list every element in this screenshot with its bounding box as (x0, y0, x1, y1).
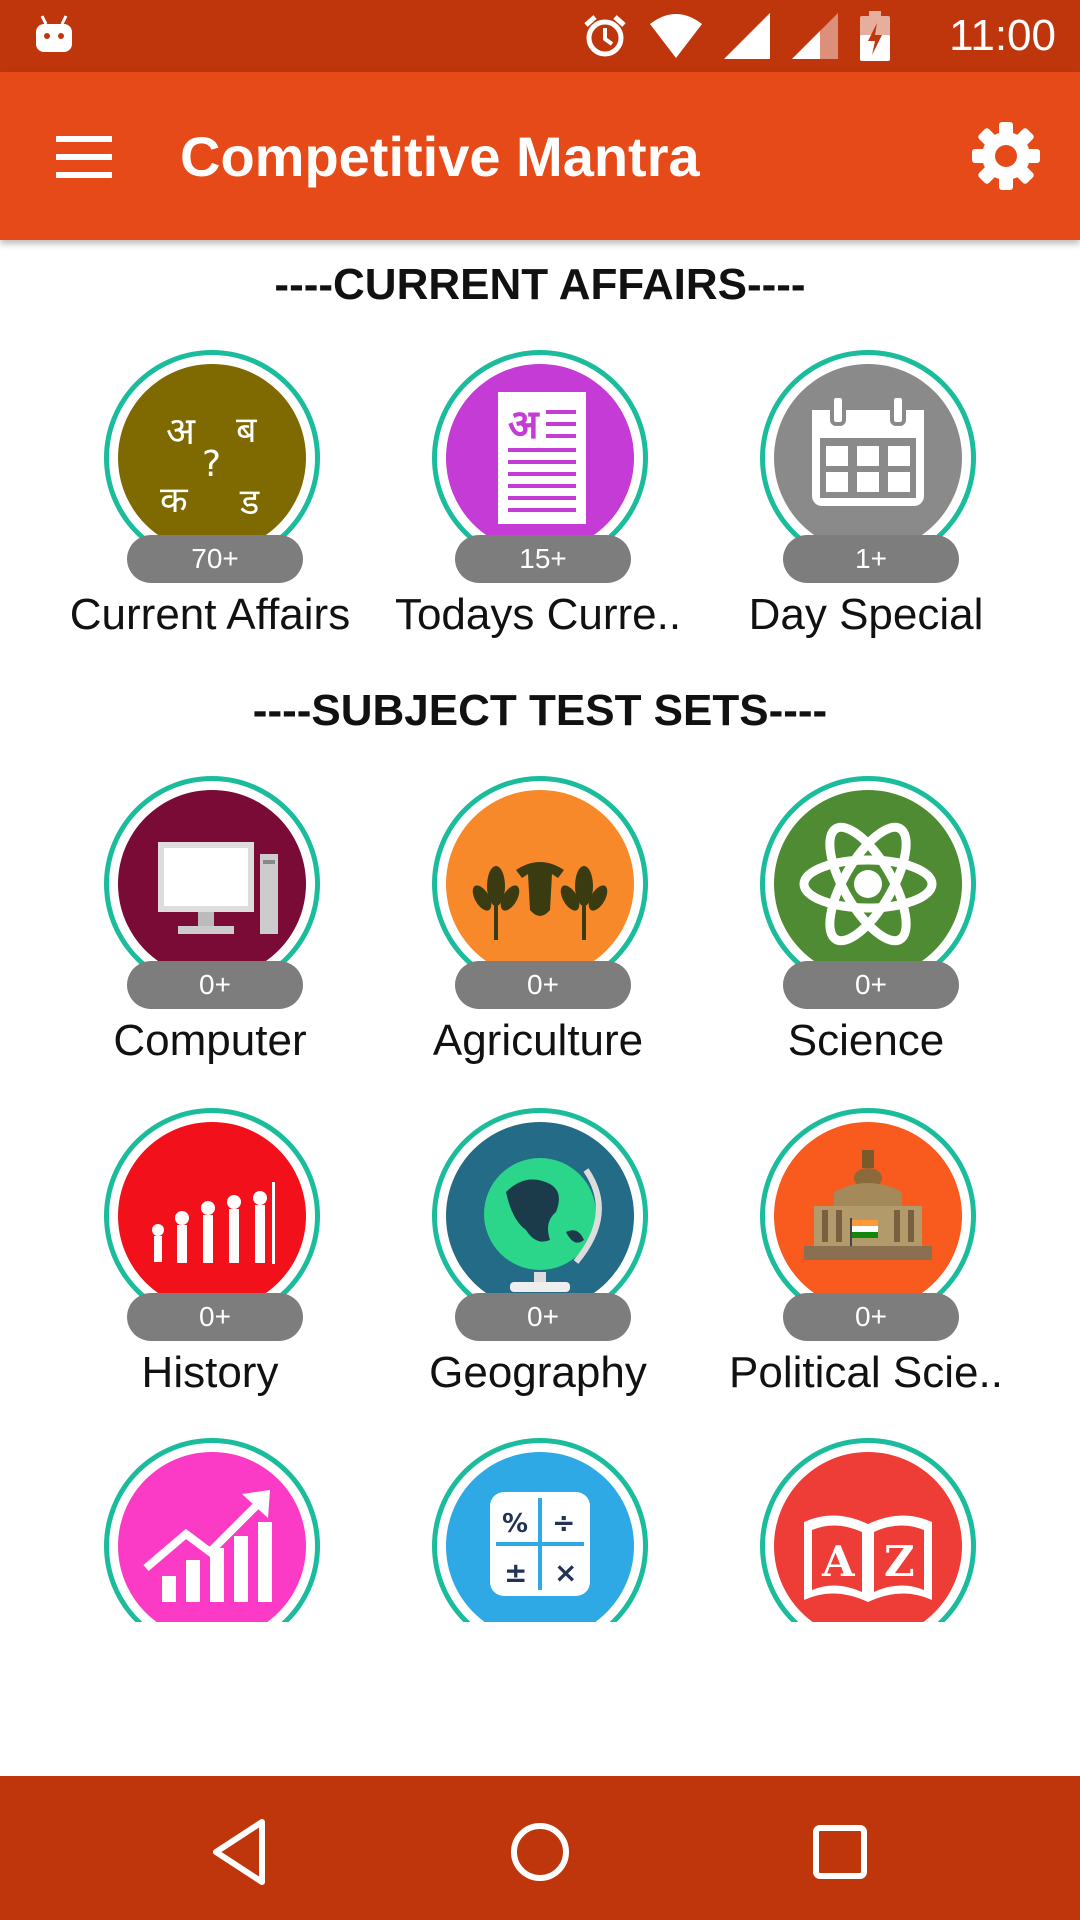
agriculture-icon (472, 862, 608, 940)
tile-ring (104, 776, 320, 992)
status-bar: 11:00 (0, 0, 1080, 72)
tile-label: Science (787, 1016, 945, 1065)
hindi-document-icon: अ (498, 392, 586, 524)
svg-text:Z: Z (884, 1537, 915, 1586)
svg-text:÷: ÷ (552, 1506, 575, 1539)
count-badge: 0+ (455, 1293, 631, 1341)
tile-label: Current Affairs (69, 590, 351, 639)
recents-icon[interactable] (800, 1812, 880, 1892)
tile-ring: अ ब ? क ड (104, 350, 320, 566)
svg-text:अ: अ (508, 402, 540, 448)
android-icon (36, 15, 72, 52)
svg-text:क: क (160, 480, 189, 521)
tile-ring (760, 350, 976, 566)
tile-history[interactable]: 0+ History (58, 1108, 358, 1408)
count-badge: 0+ (127, 961, 303, 1009)
tile-ring (432, 776, 648, 992)
atom-icon (799, 822, 937, 946)
count-badge: 70+ (127, 535, 303, 583)
tile-label: Day Special (748, 590, 984, 639)
tile-label: History (141, 1348, 279, 1397)
tile-political-science[interactable]: 0+ Political Scie.. (714, 1108, 1014, 1408)
content-bottom-area (0, 1622, 1080, 1776)
calendar-icon (812, 394, 924, 506)
count-badge: 0+ (127, 1293, 303, 1341)
calculator-icon: % ÷ ± × (490, 1492, 590, 1596)
section-title-current-affairs: ----CURRENT AFFAIRS---- (274, 260, 806, 309)
page-title: Competitive Mantra (180, 125, 700, 188)
alarm-icon (584, 15, 626, 57)
hindi-letters-icon: अ ब ? क ड (160, 409, 260, 523)
battery-icon (860, 11, 890, 61)
count-badge: 0+ (783, 961, 959, 1009)
app-bar: Competitive Mantra (0, 72, 1080, 240)
count-badge: 0+ (455, 961, 631, 1009)
globe-icon (484, 1158, 602, 1292)
svg-text:ब: ब (236, 410, 258, 451)
tile-ring (760, 776, 976, 992)
tile-ring (760, 1108, 976, 1324)
hamburger-icon[interactable] (50, 122, 120, 192)
tile-ring (432, 1108, 648, 1324)
tile-current-affairs[interactable]: अ ब ? क ड 70+ Current Affairs (58, 350, 358, 650)
computer-icon (158, 842, 278, 934)
signal-icon (724, 13, 770, 59)
svg-text:±: ± (504, 1556, 527, 1589)
gear-icon[interactable] (970, 120, 1042, 192)
svg-text:अ: अ (166, 409, 196, 453)
tile-geography[interactable]: 0+ Geography (386, 1108, 686, 1408)
section-title-subject-test-sets: ----SUBJECT TEST SETS---- (252, 686, 828, 735)
count-badge: 0+ (783, 1293, 959, 1341)
evolution-icon (152, 1182, 275, 1264)
tile-todays-current[interactable]: अ 15+ Todays Curre.. (386, 350, 686, 650)
tile-label: Geography (429, 1348, 647, 1397)
tile-science[interactable]: 0+ Science (714, 776, 1014, 1076)
count-badge: 15+ (455, 535, 631, 583)
growth-chart-icon (143, 1490, 272, 1602)
wifi-icon (650, 14, 702, 58)
tile-ring: अ (432, 350, 648, 566)
dictionary-icon: A Z (804, 1515, 932, 1602)
navigation-bar (0, 1776, 1080, 1920)
tile-label: Computer (113, 1016, 307, 1065)
tile-agriculture[interactable]: 0+ Agriculture (386, 776, 686, 1076)
svg-text:%: % (502, 1509, 528, 1539)
back-icon[interactable] (200, 1812, 280, 1892)
tile-label: Agriculture (432, 1016, 644, 1065)
tile-day-special[interactable]: 1+ Day Special (714, 350, 1014, 650)
tile-ring (104, 1108, 320, 1324)
tile-label: Todays Curre.. (394, 590, 682, 639)
svg-text:ड: ड (239, 482, 260, 523)
signal-weak-icon (792, 13, 838, 59)
tile-computer[interactable]: 0+ Computer (58, 776, 358, 1076)
svg-text:A: A (821, 1537, 856, 1586)
tile-label: Political Scie.. (729, 1348, 1003, 1397)
status-time: 11:00 (949, 11, 1056, 60)
home-icon[interactable] (500, 1812, 580, 1892)
emblem-icon (804, 1150, 932, 1260)
svg-text:?: ? (202, 444, 221, 485)
count-badge: 1+ (783, 535, 959, 583)
svg-text:×: × (554, 1556, 577, 1589)
